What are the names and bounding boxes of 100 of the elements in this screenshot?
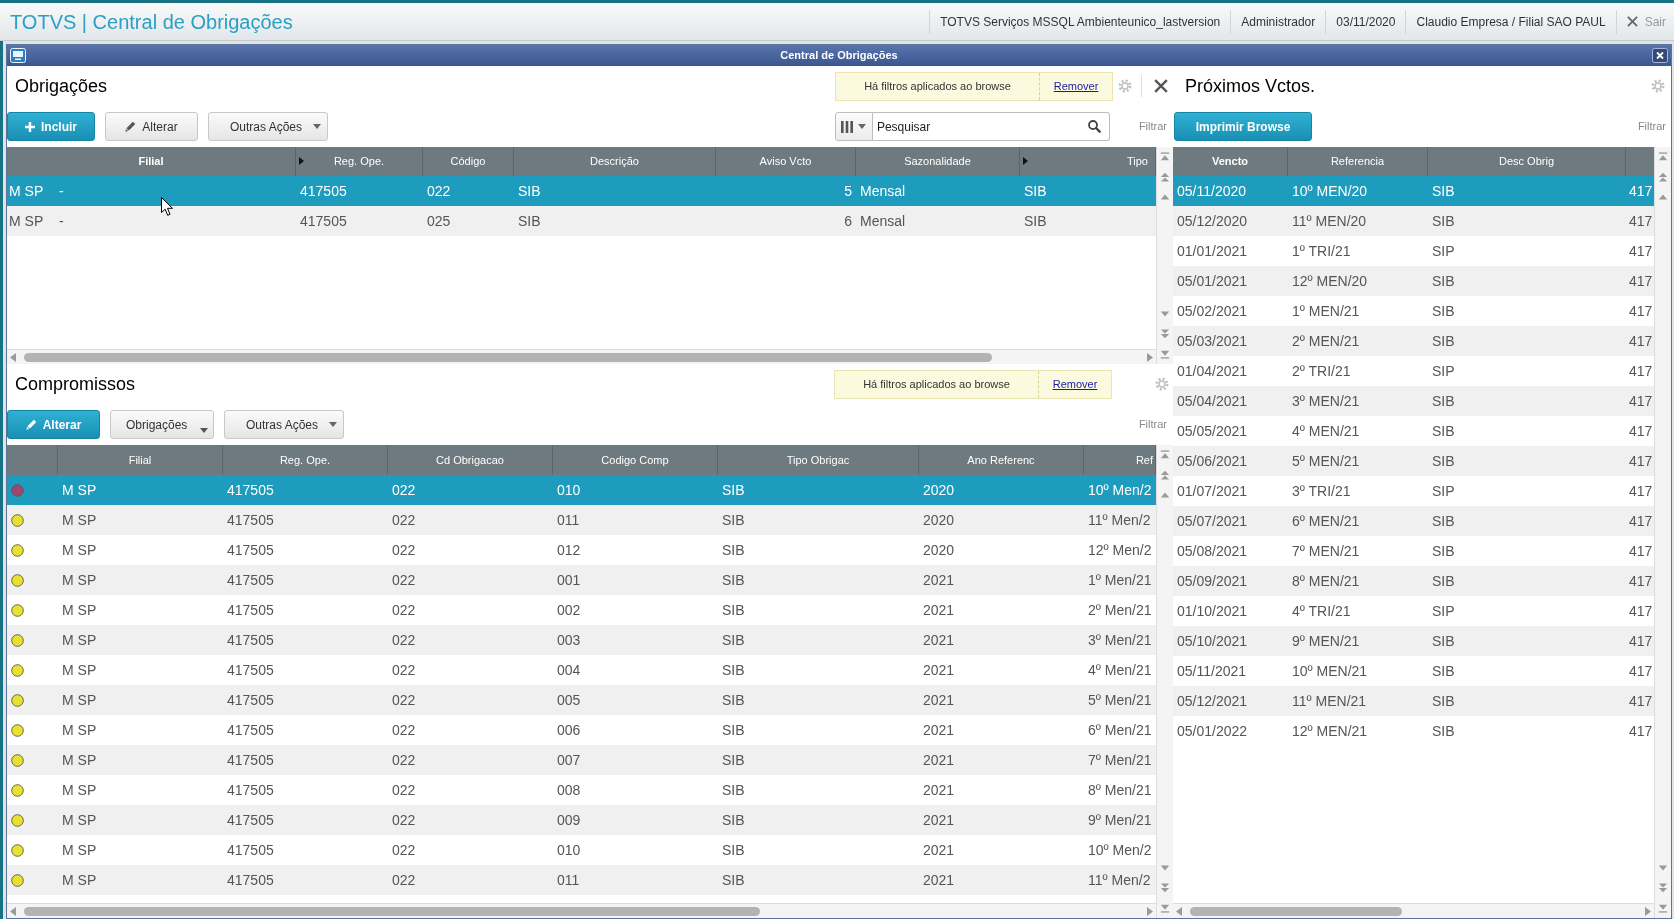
- table-cell-text: M SP: [8, 181, 45, 201]
- column-picker-button[interactable]: [834, 112, 873, 141]
- table-cell-text: SIB: [721, 510, 746, 530]
- dropdown-button[interactable]: Outras Ações: [208, 112, 328, 141]
- table-row[interactable]: M SP 417505 022 011 SIB 2021 11º Men/2: [7, 865, 1156, 895]
- table-cell-text: SIP: [1431, 361, 1456, 381]
- column-header[interactable]: Tipo Obrigac: [786, 451, 850, 469]
- column-header[interactable]: Desc Obrig: [1499, 153, 1554, 170]
- table-cell-text: 007: [556, 750, 582, 770]
- column-header[interactable]: Tipo: [1127, 153, 1148, 170]
- column-header[interactable]: Código: [450, 153, 486, 170]
- table-cell-text: M SP: [61, 540, 98, 560]
- close-icon[interactable]: [1626, 16, 1638, 27]
- table-cell-text: 05/08/2021: [1176, 541, 1249, 561]
- column-header[interactable]: Referencia: [1330, 153, 1385, 170]
- settings-icon[interactable]: [1118, 79, 1132, 93]
- remove-filter-link[interactable]: Remover: [1053, 77, 1099, 95]
- column-header[interactable]: Ano Referenc: [967, 451, 1035, 469]
- table-row[interactable]: 05/01/2021 12º MEN/20 SIB 417: [1173, 266, 1654, 296]
- scroll-up-icon[interactable]: [1658, 192, 1668, 202]
- caret-down-icon: [200, 428, 208, 433]
- column-header[interactable]: Codigo Comp: [601, 451, 669, 469]
- column-header[interactable]: Vencto: [1211, 153, 1249, 170]
- table-cell-text: 7º Men/21: [1087, 750, 1153, 770]
- table-row[interactable]: 05/03/2021 2º MEN/21 SIB 417: [1173, 326, 1654, 356]
- table-row[interactable]: 05/04/2021 3º MEN/21 SIB 417: [1173, 386, 1654, 416]
- column-header[interactable]: Reg. Ope.: [279, 451, 331, 469]
- scroll-up-icon[interactable]: [1160, 490, 1170, 500]
- column-header[interactable]: Descrição: [590, 153, 639, 170]
- page-down-icon[interactable]: [1658, 883, 1668, 893]
- dropdown-button[interactable]: Outras Ações: [224, 410, 344, 439]
- table-row[interactable]: 05/10/2021 9º MEN/21 SIB 417: [1173, 626, 1654, 656]
- table-cell-text: SIB: [1431, 211, 1456, 231]
- table-cell-text: 417: [1628, 421, 1654, 441]
- table-cell-text: 2020: [922, 540, 956, 560]
- page-up-icon[interactable]: [1160, 470, 1170, 480]
- scroll-left-icon[interactable]: [1176, 906, 1182, 916]
- scroll-down-icon[interactable]: [1160, 309, 1170, 319]
- table-row[interactable]: M SP 417505 022 007 SIB 2021 7º Men/21: [7, 745, 1156, 775]
- scroll-top-icon[interactable]: [1658, 152, 1668, 162]
- filter-link[interactable]: Filtrar: [1637, 118, 1666, 135]
- page-up-icon[interactable]: [1160, 172, 1170, 182]
- column-header[interactable]: Sazonalidade: [904, 153, 971, 170]
- scroll-right-icon[interactable]: [1645, 906, 1651, 916]
- search-icon[interactable]: [1087, 120, 1101, 133]
- scroll-bottom-icon[interactable]: [1658, 903, 1668, 913]
- scrollbar-thumb[interactable]: [1190, 906, 1402, 916]
- scroll-right-icon[interactable]: [1147, 352, 1153, 362]
- filter-link[interactable]: Filtrar: [1138, 118, 1167, 135]
- column-header[interactable]: Filial: [128, 451, 152, 469]
- table-cell-text: 417505: [226, 510, 275, 530]
- table-row[interactable]: 05/07/2021 6º MEN/21 SIB 417: [1173, 506, 1654, 536]
- table-cell-text: 2021: [922, 870, 956, 890]
- edit-button[interactable]: Alterar: [105, 112, 198, 141]
- table-row[interactable]: M SP - 417505 025 SIB 6 Mensal SIB: [7, 206, 1156, 236]
- scroll-top-icon[interactable]: [1160, 152, 1170, 162]
- column-header[interactable]: Ref: [1135, 451, 1153, 469]
- table-cell-text: 01/04/2021: [1176, 361, 1249, 381]
- settings-icon[interactable]: [1155, 377, 1169, 391]
- table-row[interactable]: 05/09/2021 8º MEN/21 SIB 417: [1173, 566, 1654, 596]
- table-cell-text: Mensal: [859, 211, 907, 231]
- settings-icon[interactable]: [1651, 79, 1665, 93]
- scrollbar-thumb[interactable]: [24, 352, 992, 362]
- page-down-icon[interactable]: [1160, 329, 1170, 339]
- table-row[interactable]: M SP 417505 022 009 SIB 2021 9º Men/21: [7, 805, 1156, 835]
- filter-link[interactable]: Filtrar: [1138, 416, 1167, 433]
- scroll-right-icon[interactable]: [1147, 906, 1153, 916]
- remove-filter-link[interactable]: Remover: [1052, 375, 1098, 393]
- dropdown-button[interactable]: Obrigações: [110, 410, 214, 439]
- table-row[interactable]: 05/12/2021 11º MEN/21 SIB 417: [1173, 686, 1654, 716]
- search-field[interactable]: Pesquisar: [872, 112, 1110, 141]
- scrollbar-thumb[interactable]: [24, 906, 760, 916]
- scroll-top-icon[interactable]: [1160, 450, 1170, 460]
- scroll-down-icon[interactable]: [1160, 863, 1170, 873]
- table-row[interactable]: M SP 417505 022 005 SIB 2021 5º Men/21: [7, 685, 1156, 715]
- table-cell-text: 2021: [922, 600, 956, 620]
- table-cell-text: SIB: [1431, 181, 1456, 201]
- scroll-bottom-icon[interactable]: [1160, 349, 1170, 359]
- table-row[interactable]: 05/06/2021 5º MEN/21 SIB 417: [1173, 446, 1654, 476]
- column-header[interactable]: Reg. Ope.: [333, 153, 385, 170]
- scroll-down-icon[interactable]: [1658, 863, 1668, 873]
- scroll-bottom-icon[interactable]: [1160, 903, 1170, 913]
- close-icon[interactable]: [1652, 48, 1668, 63]
- scroll-left-icon[interactable]: [10, 352, 16, 362]
- page-up-icon[interactable]: [1658, 172, 1668, 182]
- scroll-up-icon[interactable]: [1160, 192, 1170, 202]
- column-header[interactable]: Filial: [138, 153, 164, 170]
- scroll-left-icon[interactable]: [10, 906, 16, 916]
- window-icon: [10, 48, 26, 63]
- table-cell-text: 11º MEN/21: [1291, 691, 1368, 711]
- table-row[interactable]: 05/12/2020 11º MEN/20 SIB 417: [1173, 206, 1654, 236]
- close-icon[interactable]: [1154, 79, 1168, 93]
- table-cell-text: M SP: [61, 870, 98, 890]
- table-row[interactable]: M SP 417505 022 011 SIB 2020 11º Men/2: [7, 505, 1156, 535]
- column-header[interactable]: Aviso Vcto: [759, 153, 812, 170]
- filter-notice-text: Há filtros aplicados ao browse: [864, 78, 1011, 94]
- page-down-icon[interactable]: [1160, 883, 1170, 893]
- table-row[interactable]: M SP 417505 022 003 SIB 2021 3º Men/21: [7, 625, 1156, 655]
- column-header[interactable]: Cd Obrigacao: [436, 451, 504, 469]
- table-row[interactable]: M SP 417505 022 001 SIB 2021 1º Men/21: [7, 565, 1156, 595]
